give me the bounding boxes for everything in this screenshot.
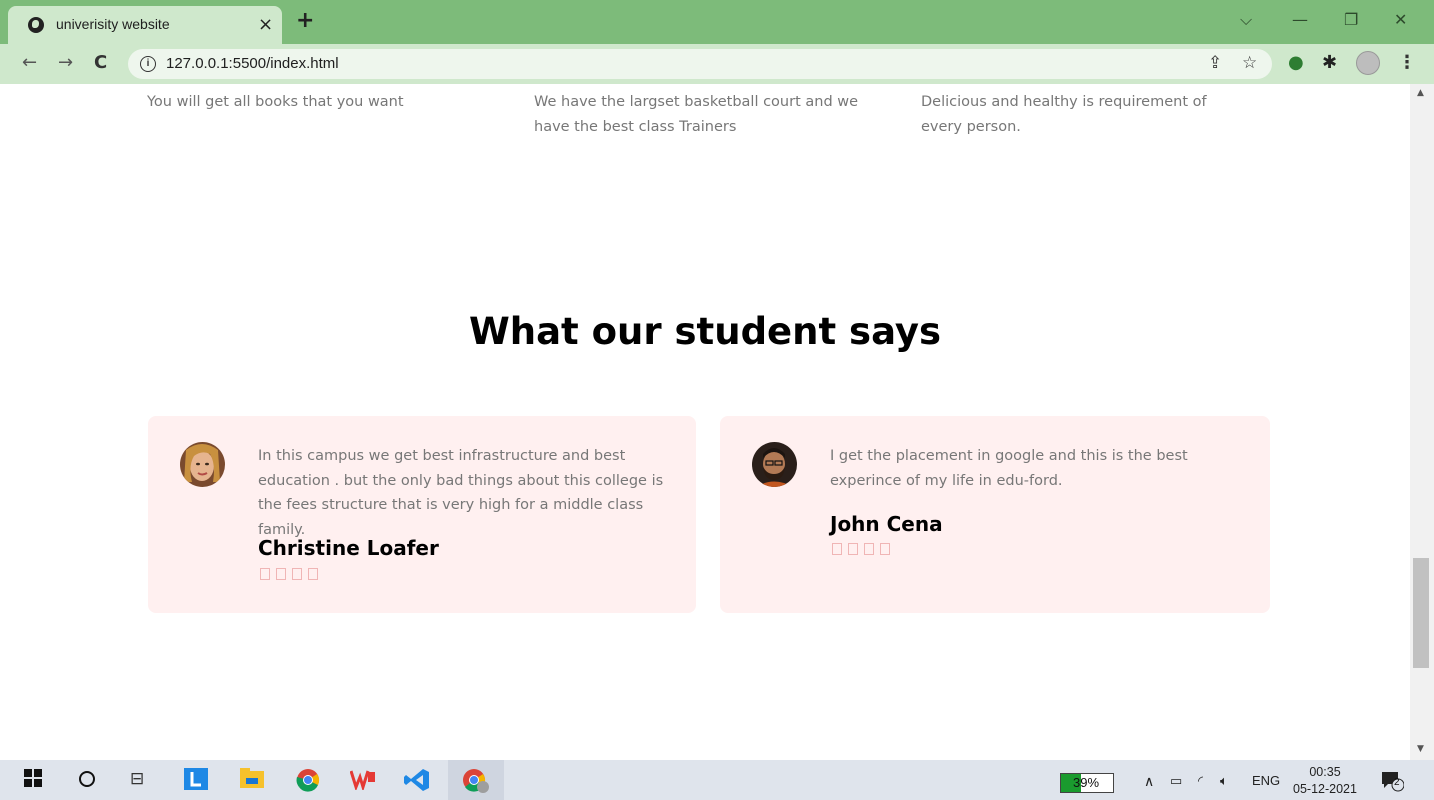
wps-office-icon[interactable]: [349, 768, 376, 795]
feature-text-library: You will get all books that you want: [147, 94, 404, 110]
testimonial-name: Christine Loafer: [258, 536, 439, 560]
testimonial-card: In this campus we get best infrastructur…: [148, 416, 696, 613]
star-icon: [292, 568, 302, 580]
browser-tab[interactable]: univerisity website ×: [8, 6, 282, 44]
task-view-icon[interactable]: ⊟: [130, 769, 144, 789]
avatar: [180, 442, 225, 487]
search-circle-icon[interactable]: [78, 769, 96, 793]
battery-percentage: 39%: [1073, 775, 1100, 790]
share-icon[interactable]: ⇪: [1208, 53, 1222, 73]
wifi-icon[interactable]: ◜: [1198, 773, 1203, 789]
tray-chevron-icon[interactable]: ∧: [1144, 773, 1154, 790]
star-icon: [880, 543, 890, 555]
testimonial-card: I get the placement in google and this i…: [720, 416, 1270, 613]
bookmark-star-icon[interactable]: ☆: [1242, 53, 1257, 73]
language-indicator[interactable]: ENG: [1252, 773, 1280, 788]
testimonial-quote: I get the placement in google and this i…: [830, 448, 1188, 489]
page-scrollbar[interactable]: ▲ ▼: [1410, 84, 1434, 760]
menu-kebab-icon[interactable]: ⋮: [1398, 52, 1416, 73]
star-icon: [864, 543, 874, 555]
star-icon: [848, 543, 858, 555]
star-icon: [308, 568, 318, 580]
forward-arrow-icon[interactable]: →: [58, 52, 73, 73]
back-arrow-icon[interactable]: ←: [22, 52, 37, 73]
file-explorer-icon[interactable]: [240, 768, 264, 793]
tab-title: univerisity website: [56, 16, 170, 32]
browser-toolbar: ← → C i 127.0.0.1:5500/index.html ⇪ ☆ ● …: [0, 44, 1434, 84]
tab-close-icon[interactable]: ×: [258, 14, 273, 35]
star-icon: [260, 568, 270, 580]
notification-count: 2: [1394, 777, 1400, 788]
volume-icon[interactable]: 🔈︎: [1220, 773, 1228, 789]
extension-leaf-icon[interactable]: ●: [1288, 52, 1304, 73]
testimonial-name: John Cena: [830, 512, 943, 536]
star-icon: [276, 568, 286, 580]
battery-indicator[interactable]: 39%: [1060, 773, 1114, 793]
testimonial-quote: In this campus we get best infrastructur…: [258, 448, 664, 538]
feature-text-food: Delicious and healthy is requirement of …: [921, 94, 1207, 135]
chrome-profile-icon[interactable]: [462, 768, 490, 799]
chrome-icon[interactable]: [296, 768, 320, 797]
reload-icon[interactable]: C: [94, 52, 107, 73]
info-icon[interactable]: i: [140, 56, 156, 72]
clock-date: 05-12-2021: [1293, 782, 1357, 796]
star-icon: [832, 543, 842, 555]
app-l-icon[interactable]: [184, 768, 208, 795]
notification-center-icon[interactable]: 2: [1380, 770, 1405, 792]
rating-stars: [832, 543, 896, 559]
tab-search-chevron-icon[interactable]: ⌵: [1240, 10, 1252, 30]
scroll-down-arrow-icon[interactable]: ▼: [1417, 744, 1424, 754]
windows-taskbar: ⊟ 39% ∧ ▭ ◜ 🔈︎ ENG 00:35 05-12-2021 2: [0, 760, 1434, 800]
battery-tray-icon[interactable]: ▭: [1170, 773, 1182, 789]
puzzle-extensions-icon[interactable]: ✱: [1322, 52, 1337, 73]
restore-button[interactable]: ❐: [1344, 10, 1358, 29]
clock-time: 00:35: [1309, 765, 1341, 779]
new-tab-button[interactable]: +: [296, 8, 314, 33]
scroll-thumb[interactable]: [1413, 558, 1429, 668]
rating-stars: [260, 568, 324, 584]
globe-icon: [28, 17, 44, 33]
address-bar[interactable]: i 127.0.0.1:5500/index.html ⇪ ☆: [128, 49, 1272, 79]
windows-start-icon[interactable]: [24, 768, 42, 792]
scroll-up-arrow-icon[interactable]: ▲: [1417, 88, 1424, 98]
web-page: You will get all books that you want We …: [0, 84, 1410, 760]
profile-avatar[interactable]: [1356, 51, 1380, 75]
testimonials-heading: What our student says: [468, 310, 942, 353]
minimize-button[interactable]: —: [1292, 10, 1308, 29]
vscode-icon[interactable]: [404, 768, 430, 797]
feature-text-sports: We have the largset basketball court and…: [534, 94, 859, 135]
avatar: [752, 442, 797, 487]
close-window-button[interactable]: ✕: [1394, 10, 1407, 29]
taskbar-clock[interactable]: 00:35 05-12-2021: [1290, 764, 1360, 798]
url-text[interactable]: 127.0.0.1:5500/index.html: [166, 55, 339, 72]
browser-tab-bar: univerisity website × + ⌵ — ❐ ✕: [0, 0, 1434, 44]
